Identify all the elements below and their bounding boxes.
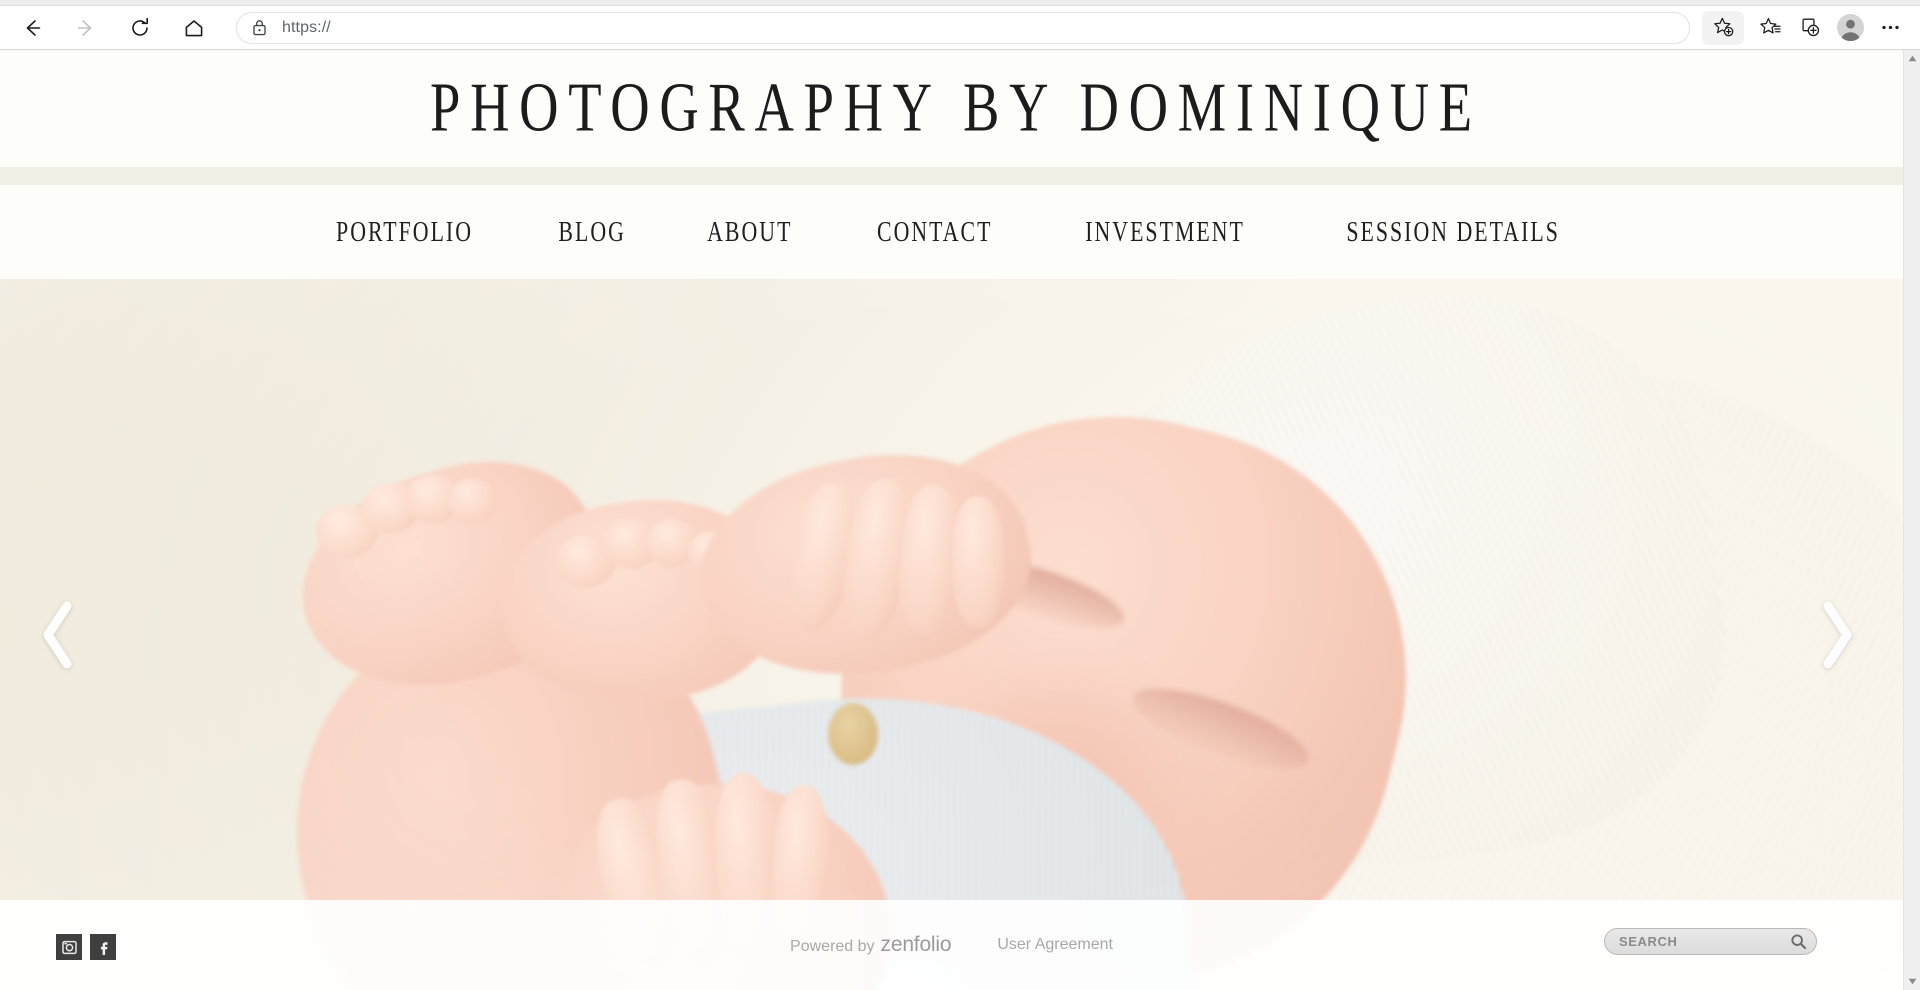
site-header: PHOTOGRAPHY BY DOMINIQUE xyxy=(0,50,1903,167)
main-navigation: PORTFOLIO BLOG ABOUT CONTACT INVESTMENT … xyxy=(0,185,1903,279)
forward-button[interactable] xyxy=(66,8,106,48)
nav-item-portfolio[interactable]: PORTFOLIO xyxy=(336,211,473,253)
profile-avatar-icon[interactable] xyxy=(1830,8,1870,48)
facebook-icon[interactable] xyxy=(90,934,116,960)
home-button[interactable] xyxy=(174,8,214,48)
user-agreement-link[interactable]: User Agreement xyxy=(997,936,1113,954)
browser-chrome: https:// xyxy=(0,0,1920,50)
powered-by-zenfolio[interactable]: Powered by zenfolio xyxy=(790,933,951,957)
powered-by-label: Powered by xyxy=(790,938,875,955)
collections-icon[interactable] xyxy=(1790,8,1830,48)
scroll-up-arrow-icon[interactable] xyxy=(1904,50,1920,67)
reload-button[interactable] xyxy=(120,8,160,48)
slideshow-prev-arrow-icon[interactable] xyxy=(30,587,86,683)
back-button[interactable] xyxy=(12,8,52,48)
toolbar-actions xyxy=(1702,8,1920,48)
add-favorite-icon[interactable] xyxy=(1702,10,1744,45)
address-bar[interactable]: https:// xyxy=(236,11,1690,44)
lock-icon xyxy=(251,18,268,37)
settings-and-more-icon[interactable] xyxy=(1870,8,1910,48)
page-scrollbar[interactable] xyxy=(1903,50,1920,990)
slideshow-next-arrow-icon[interactable] xyxy=(1809,587,1865,683)
search-input[interactable]: SEARCH xyxy=(1604,928,1817,955)
url-text: https:// xyxy=(282,18,331,36)
scroll-down-arrow-icon[interactable] xyxy=(1904,973,1920,990)
nav-item-blog[interactable]: BLOG xyxy=(559,211,627,253)
nav-item-investment[interactable]: INVESTMENT xyxy=(1085,211,1245,253)
page-viewport: PHOTOGRAPHY BY DOMINIQUE PORTFOLIO BLOG … xyxy=(0,50,1903,990)
hero-slideshow[interactable] xyxy=(0,279,1903,990)
search-icon[interactable] xyxy=(1790,933,1807,950)
hero-photo xyxy=(0,279,1903,990)
search-placeholder: SEARCH xyxy=(1619,934,1678,949)
site-footer: Powered by zenfolio User Agreement SEARC… xyxy=(0,900,1903,990)
nav-item-session-details[interactable]: SESSION DETAILS xyxy=(1346,211,1560,253)
favorites-icon[interactable] xyxy=(1750,8,1790,48)
browser-toolbar: https:// xyxy=(0,6,1920,49)
header-accent-strip xyxy=(0,167,1903,185)
instagram-icon[interactable] xyxy=(56,934,82,960)
nav-item-contact[interactable]: CONTACT xyxy=(877,211,993,253)
social-links xyxy=(56,934,116,960)
zenfolio-brand[interactable]: zenfolio xyxy=(881,933,952,957)
site-title: PHOTOGRAPHY BY DOMINIQUE xyxy=(430,69,1483,147)
nav-item-about[interactable]: ABOUT xyxy=(707,211,792,253)
